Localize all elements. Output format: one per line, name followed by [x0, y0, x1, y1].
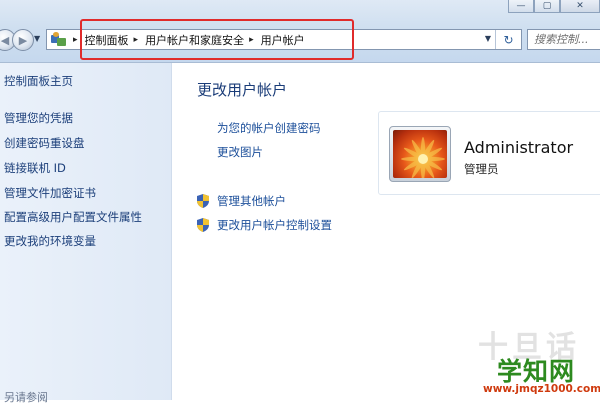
- sidebar-item-create-password-reset-disk[interactable]: 创建密码重设盘: [4, 135, 85, 151]
- uac-shield-icon: [197, 218, 209, 232]
- sidebar-item-change-environment-variables[interactable]: 更改我的环境变量: [4, 233, 96, 249]
- navigation-bar: — ▢ ✕ ◀ ▶ ▼ ▸ 控制面板 ▸ 用户帐户和家庭安全 ▸ 用户帐户 ▼ …: [0, 0, 600, 63]
- recent-pages-dropdown[interactable]: ▼: [34, 34, 40, 43]
- control-panel-icon: [50, 32, 68, 47]
- control-panel-home-link[interactable]: 控制面板主页: [4, 73, 73, 89]
- see-also-heading: 另请参阅: [4, 391, 48, 404]
- user-role: 管理员: [464, 162, 499, 176]
- avatar[interactable]: [389, 126, 451, 182]
- forward-button[interactable]: ▶: [12, 29, 34, 51]
- maximize-button[interactable]: ▢: [534, 0, 560, 13]
- user-account-card: Administrator 管理员: [378, 111, 600, 195]
- close-button[interactable]: ✕: [560, 0, 600, 13]
- forward-arrow-icon: ▶: [18, 33, 28, 47]
- change-uac-settings-link[interactable]: 更改用户帐户控制设置: [217, 217, 332, 233]
- page-title: 更改用户帐户: [197, 81, 288, 99]
- create-password-link[interactable]: 为您的帐户创建密码: [217, 120, 321, 136]
- manage-other-accounts-link[interactable]: 管理其他帐户: [217, 193, 286, 209]
- window-controls: — ▢ ✕: [508, 0, 600, 14]
- back-arrow-icon: ◀: [0, 33, 10, 47]
- sidebar-item-link-online-id[interactable]: 链接联机 ID: [4, 160, 66, 176]
- watermark-url: www.jmqz1000.com: [483, 383, 600, 395]
- refresh-icon: ↻: [503, 32, 514, 47]
- uac-shield-icon: [197, 194, 209, 208]
- address-dropdown-icon[interactable]: ▼: [485, 34, 491, 43]
- breadcrumb-separator-icon[interactable]: ▸: [73, 35, 78, 45]
- breadcrumb-highlight-box: [80, 19, 354, 60]
- sidebar-item-manage-encryption-certificates[interactable]: 管理文件加密证书: [4, 185, 96, 201]
- refresh-button[interactable]: ↻: [495, 30, 521, 49]
- search-input[interactable]: [534, 33, 600, 46]
- change-picture-link[interactable]: 更改图片: [217, 144, 263, 160]
- left-task-pane: 控制面板主页 管理您的凭据 创建密码重设盘 链接联机 ID 管理文件加密证书 配…: [0, 63, 172, 404]
- sidebar-item-advanced-profile-properties[interactable]: 配置高级用户配置文件属性: [4, 209, 142, 225]
- user-name: Administrator: [464, 138, 574, 157]
- minimize-button[interactable]: —: [508, 0, 534, 13]
- search-box[interactable]: [527, 29, 600, 50]
- sidebar-item-manage-credentials[interactable]: 管理您的凭据: [4, 110, 73, 126]
- flower-avatar-icon: [393, 130, 447, 178]
